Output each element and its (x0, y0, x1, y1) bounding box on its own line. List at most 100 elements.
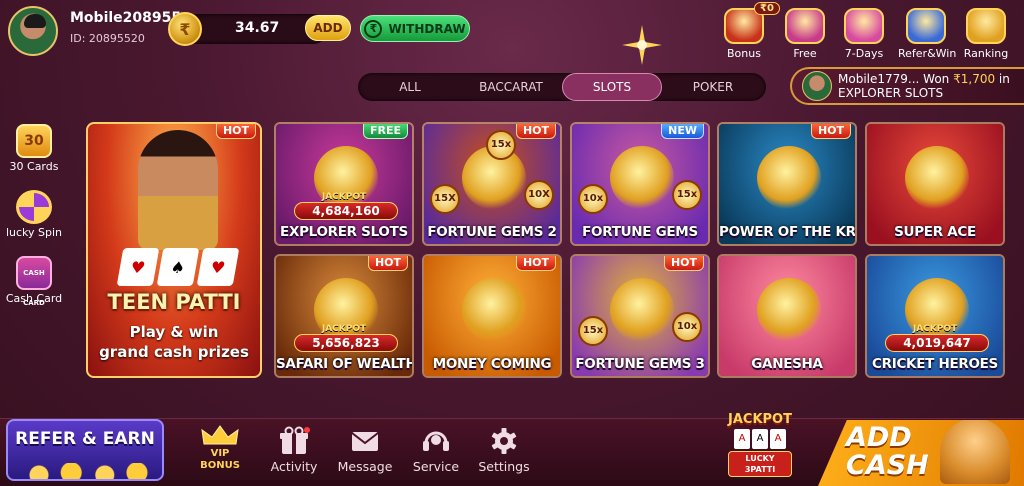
social-share-icon (906, 8, 946, 44)
user-avatar[interactable] (8, 6, 58, 56)
jackpot-cards-icon: A A A (724, 429, 796, 449)
featured-character-art (138, 130, 218, 250)
nav-settings[interactable]: Settings (470, 426, 538, 474)
lucky-spin-wheel-icon (16, 190, 52, 224)
game-tile-safari-of-wealth[interactable]: HOT JACKPOT 5,656,823 SAFARI OF WEALTH (274, 254, 414, 378)
game-mascot-icon (905, 146, 969, 210)
headset-icon (423, 431, 449, 451)
jackpot-amount: 4,684,160 (294, 202, 398, 220)
add-cash-button[interactable]: ADD CASH (818, 420, 1024, 486)
quick-lucky-spin[interactable]: lucky Spin (4, 190, 64, 239)
card-heart-icon: ♥ (116, 248, 160, 286)
game-mascot-icon (757, 146, 821, 210)
nav-message[interactable]: Message (331, 426, 399, 474)
featured-title: TEEN PATTI (107, 290, 241, 314)
jackpot-label: JACKPOT (321, 192, 367, 202)
withdraw-button[interactable]: ₹ WITHDRAW (360, 15, 470, 42)
gift-activity-icon (280, 426, 310, 454)
top-icon-free[interactable]: Free (777, 8, 833, 60)
multiplier-badge: 15x (578, 316, 608, 346)
top-icon-bonus[interactable]: Bonus (716, 8, 772, 60)
game-mascot-icon (462, 278, 526, 342)
nav-label: Service (412, 459, 460, 474)
add-balance-button[interactable]: ADD (305, 15, 351, 41)
multiplier-badge: 15x (672, 180, 702, 210)
game-name: GANESHA (751, 356, 823, 372)
quick-label: lucky Spin (5, 226, 63, 239)
envelope-icon (351, 432, 379, 451)
quick-30-cards[interactable]: 30 30 Cards (4, 124, 64, 173)
game-name: CRICKET HEROES (872, 356, 998, 372)
gift-box-7days-icon (844, 8, 884, 44)
teen-patti-banner[interactable]: ♥ ♠ ♥ TEEN PATTI Play & win grand cash pr… (86, 122, 262, 378)
top-icon-label: 7-Days (844, 47, 884, 60)
hot-tag: HOT (367, 256, 408, 271)
vip-sub-label: BONUS (200, 460, 240, 471)
game-name: MONEY COMING (432, 356, 552, 372)
refer-earn-button[interactable]: REFER & EARN (6, 419, 164, 481)
multiplier-badge: 10x (578, 184, 608, 214)
jackpot-amount: 4,019,647 (885, 334, 989, 352)
jackpot-sub-label: LUCKY 3PATTI (728, 451, 792, 477)
crown-ranking-icon (966, 8, 1006, 44)
tab-poker[interactable]: POKER (663, 73, 763, 101)
sparkle-icon (622, 25, 662, 65)
vip-label: VIP (210, 448, 230, 459)
new-tag: NEW (661, 124, 704, 139)
game-mascot-icon (610, 278, 674, 342)
tab-all[interactable]: ALL (360, 73, 460, 101)
gear-icon (491, 428, 517, 454)
tab-baccarat[interactable]: BACCARAT (461, 73, 561, 101)
hot-tag: HOT (215, 124, 256, 139)
hot-tag: HOT (515, 256, 556, 271)
coins-pile-icon (18, 463, 158, 479)
jackpot-amount: 5,656,823 (294, 334, 398, 352)
game-tile-fortune-gems-3[interactable]: HOT 15x 10x FORTUNE GEMS 3 (570, 254, 710, 378)
game-name: SAFARI OF WEALTH (276, 356, 414, 372)
username: Mobile208955 (70, 10, 182, 26)
nav-activity[interactable]: Activity (260, 426, 328, 474)
vip-bonus-button[interactable]: VIP BONUS (190, 424, 250, 472)
quick-cash-card[interactable]: CASH CARD Cash Card (4, 256, 64, 307)
game-name: SUPER ACE (894, 224, 976, 240)
nav-label: Settings (478, 459, 530, 474)
jackpot-title: JACKPOT (728, 412, 792, 427)
balance-amount: 34.67 (235, 20, 280, 36)
jackpot-label: JACKPOT (321, 324, 367, 334)
bonus-badge: ₹0 (754, 2, 780, 15)
top-icon-label: Refer&Win (898, 47, 957, 60)
game-tile-money-coming[interactable]: HOT MONEY COMING (422, 254, 562, 378)
multiplier-badge: 15x (486, 130, 516, 160)
winner-text: Mobile1779... Won ₹1,700 in EXPLORER SLO… (838, 72, 1010, 100)
game-mascot-icon (610, 146, 674, 210)
add-cash-label: ADD CASH (846, 422, 929, 481)
game-tile-fortune-gems[interactable]: NEW 10x 15x FORTUNE GEMS (570, 122, 710, 246)
tab-slots[interactable]: SLOTS (562, 73, 662, 101)
top-icon-refer-win[interactable]: Refer&Win (898, 8, 957, 60)
lucky-3patti-jackpot-button[interactable]: JACKPOT A A A LUCKY 3PATTI (724, 412, 796, 480)
nav-service[interactable]: Service (402, 426, 470, 474)
game-tile-power-of-the-kraken[interactable]: HOT POWER OF THE KRAKEN (717, 122, 857, 246)
game-tile-fortune-gems-2[interactable]: HOT 15X 10X 15x FORTUNE GEMS 2 (422, 122, 562, 246)
game-tile-explorer-slots[interactable]: FREE JACKPOT 4,684,160 EXPLORER SLOTS (274, 122, 414, 246)
gift-icon (785, 8, 825, 44)
game-name: FORTUNE GEMS (582, 224, 698, 240)
top-icon-7-days[interactable]: 7-Days (836, 8, 892, 60)
top-icon-ranking[interactable]: Ranking (958, 8, 1014, 60)
game-tile-ganesha[interactable]: GANESHA (717, 254, 857, 378)
multiplier-badge: 10x (672, 312, 702, 342)
game-tile-cricket-heroes[interactable]: JACKPOT 4,019,647 CRICKET HEROES (865, 254, 1005, 378)
refer-label: REFER & EARN (15, 429, 155, 449)
free-tag: FREE (362, 124, 408, 139)
rupee-circle-icon: ₹ (364, 19, 383, 38)
ganesha-idol-icon (940, 420, 1010, 484)
jackpot-label: JACKPOT (912, 324, 958, 334)
game-tile-super-ace[interactable]: SUPER ACE (865, 122, 1005, 246)
hot-tag: HOT (810, 124, 851, 139)
quick-label: Cash Card (5, 292, 63, 305)
top-icon-label: Free (793, 47, 817, 60)
hot-tag: HOT (515, 124, 556, 139)
top-icon-label: Ranking (963, 47, 1009, 60)
featured-subtitle: Play & win grand cash prizes (99, 323, 249, 361)
card-heart-icon: ♥ (196, 248, 240, 286)
